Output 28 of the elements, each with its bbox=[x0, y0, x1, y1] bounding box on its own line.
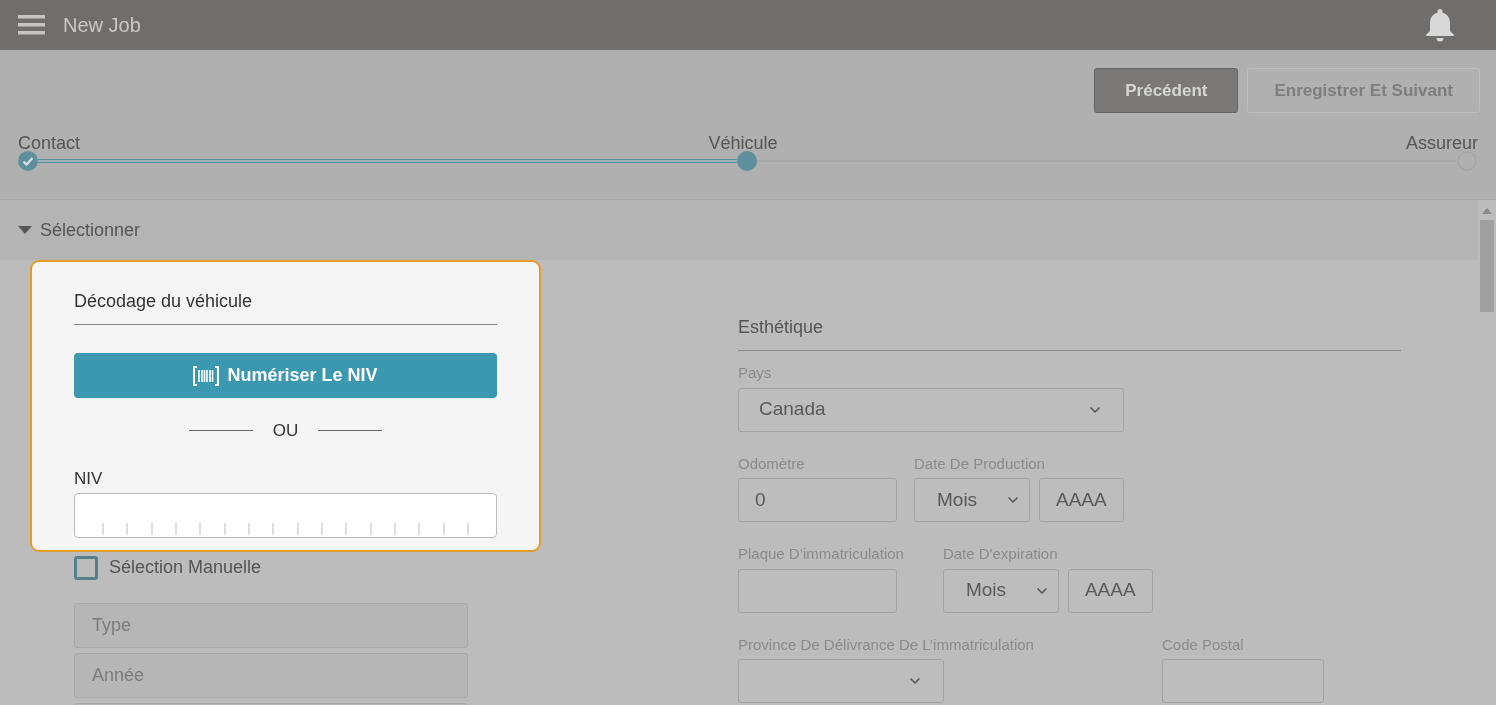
section-header[interactable]: Sélectionner bbox=[0, 200, 1478, 260]
step-label: Assureur bbox=[1405, 132, 1478, 155]
action-button[interactable]: Précédent bbox=[1094, 68, 1239, 113]
month-select[interactable]: Mois bbox=[914, 478, 1030, 522]
page-title: New Job bbox=[63, 13, 141, 38]
select-field[interactable] bbox=[738, 659, 944, 703]
section-title: Esthétique bbox=[738, 314, 1401, 351]
card-title: Décodage du véhicule bbox=[74, 288, 497, 325]
vin-input-field[interactable] bbox=[74, 493, 497, 538]
month-select[interactable]: Mois bbox=[942, 568, 1059, 613]
year-field[interactable]: AAAA bbox=[1067, 568, 1153, 613]
scroll-up-icon[interactable] bbox=[1482, 208, 1492, 214]
notification-bell-icon[interactable] bbox=[1424, 8, 1456, 42]
checkbox[interactable] bbox=[74, 555, 98, 580]
input-field[interactable] bbox=[738, 568, 897, 613]
barcode-icon bbox=[193, 365, 220, 386]
step-label: Véhicule bbox=[708, 132, 778, 155]
scrollbar-thumb[interactable] bbox=[1480, 220, 1494, 312]
select-field[interactable]: Canada bbox=[738, 387, 1124, 432]
scan-vin-button[interactable]: Numériser Le NIV bbox=[74, 353, 497, 398]
checkbox-label: Sélection Manuelle bbox=[109, 556, 262, 579]
menu-icon[interactable] bbox=[18, 15, 45, 35]
year-field[interactable]: AAAA bbox=[1039, 478, 1124, 522]
step-label: Contact bbox=[18, 132, 81, 155]
input-field[interactable] bbox=[1161, 659, 1324, 703]
input-field[interactable]: 0 bbox=[738, 478, 897, 522]
vin-label: NIV bbox=[74, 467, 104, 490]
or-separator: OU bbox=[272, 420, 299, 442]
